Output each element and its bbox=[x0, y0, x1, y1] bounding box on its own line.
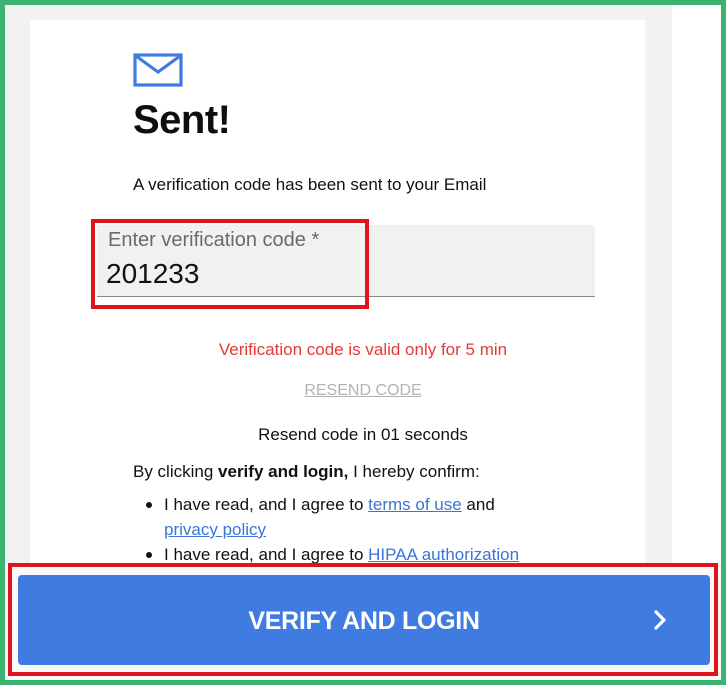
chevron-right-icon bbox=[654, 610, 666, 630]
page-title: Sent! bbox=[133, 98, 231, 142]
agreement-text: I have read, and I agree to bbox=[164, 495, 369, 514]
hipaa-authorization-link[interactable]: HIPAA authorization bbox=[368, 545, 519, 564]
confirmation-prefix: By clicking bbox=[133, 462, 219, 481]
sent-message: A verification code has been sent to you… bbox=[133, 175, 487, 194]
code-field-highlight bbox=[91, 219, 369, 309]
validity-note: Verification code is valid only for 5 mi… bbox=[218, 340, 508, 359]
privacy-policy-link[interactable]: privacy policy bbox=[164, 520, 266, 539]
resend-timer: Resend code in 01 seconds bbox=[258, 425, 468, 444]
confirmation-text: By clicking verify and login, I hereby c… bbox=[133, 462, 480, 482]
list-item: I have read, and I agree to terms of use… bbox=[133, 492, 553, 542]
terms-of-use-link[interactable]: terms of use bbox=[368, 495, 462, 514]
confirmation-suffix: I hereby confirm: bbox=[348, 462, 480, 481]
verify-and-login-button[interactable]: VERIFY AND LOGIN bbox=[18, 575, 710, 665]
verify-button-label: VERIFY AND LOGIN bbox=[248, 607, 480, 635]
background-panel bbox=[672, 5, 721, 565]
resend-code-link[interactable]: RESEND CODE bbox=[0, 382, 726, 400]
agreement-list: I have read, and I agree to terms of use… bbox=[133, 492, 553, 567]
agreement-text: and bbox=[461, 495, 495, 514]
list-item: I have read, and I agree to HIPAA author… bbox=[133, 542, 553, 567]
agreement-text: I have read, and I agree to bbox=[164, 545, 369, 564]
mail-icon bbox=[133, 53, 183, 87]
confirmation-bold: verify and login, bbox=[218, 462, 349, 481]
